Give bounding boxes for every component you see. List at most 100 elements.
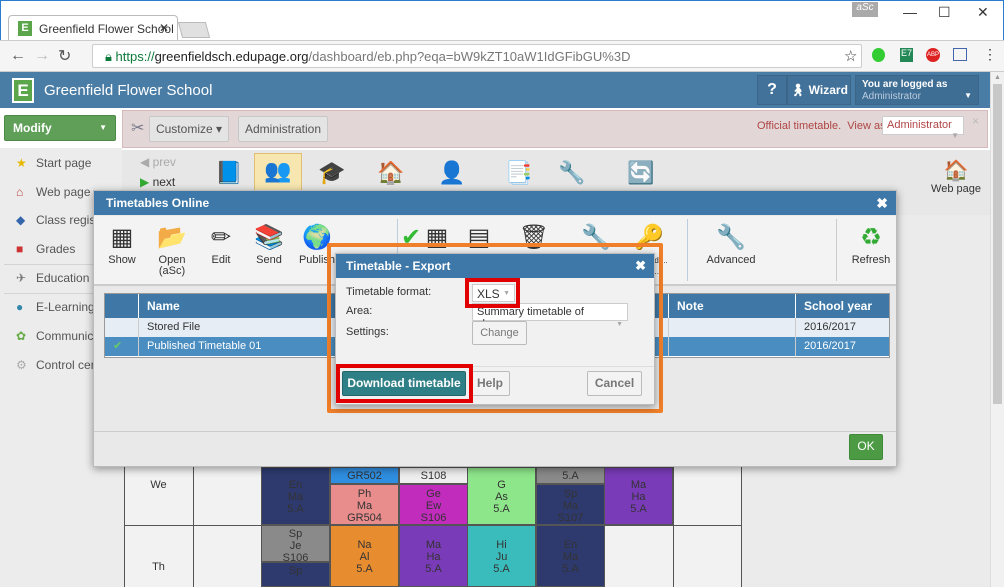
tool-button[interactable]: ♻ Refresh (846, 221, 896, 266)
logged-as-label: You are logged as (862, 79, 948, 90)
lesson-card[interactable]: En Ma 5.A (261, 467, 330, 525)
lesson-card[interactable]: Ma Ha 5.A (399, 525, 468, 587)
new-tab-button[interactable] (177, 22, 211, 38)
lesson-text: Ew (425, 499, 442, 512)
graduate-icon[interactable]: 🎓 (318, 160, 345, 186)
cell-school-year: 2016/2017 (804, 340, 856, 352)
tool-button[interactable]: ✏ Edit (196, 221, 246, 266)
bookmark-star-icon[interactable]: ☆ (844, 47, 857, 65)
lesson-text: Ju (495, 551, 508, 563)
tool-button[interactable]: 📚 Send (244, 221, 294, 266)
prev-arrow-icon: ◀ (140, 155, 150, 169)
tool-label: Open (aSc) (158, 254, 186, 277)
menu-kebab-icon[interactable]: ⋮ (983, 46, 997, 63)
book-icon[interactable]: 📘 (215, 160, 242, 186)
tool-button[interactable]: 📂 Open (aSc) (147, 221, 197, 277)
prev-button[interactable]: ◀ prev (140, 155, 176, 169)
lesson-card[interactable]: S108 (399, 467, 468, 484)
profile-badge[interactable]: aSc (852, 2, 878, 17)
cast-icon[interactable] (953, 48, 967, 61)
minimize-icon[interactable]: — (903, 4, 917, 20)
lesson-card[interactable]: Na Al 5.A (330, 525, 399, 587)
administration-button[interactable]: Administration (238, 116, 328, 142)
lesson-text: Ma (562, 499, 579, 512)
user-menu[interactable]: You are logged as Administrator ▼ (855, 75, 979, 105)
reload-icon[interactable]: ↻ (58, 46, 71, 66)
adblock-icon[interactable]: ABP (926, 48, 940, 62)
sidebar-item-label: Grades (36, 242, 76, 256)
next-arrow-icon: ▶ (140, 175, 150, 189)
house-icon[interactable]: 🏠 (377, 160, 404, 186)
dialog-header: Timetables Online ✖ (94, 191, 896, 215)
gear-icon: ⚙ (16, 358, 27, 372)
lesson-card[interactable]: En Ma 5.A (536, 525, 605, 587)
forward-icon[interactable]: → (34, 47, 50, 65)
close-bar-icon[interactable]: × (972, 114, 979, 128)
sidebar-item-label: Web page (36, 185, 91, 199)
webpage-button[interactable]: 🏠 Web page (926, 158, 986, 195)
lesson-card[interactable]: Sp Ma S107 (536, 484, 605, 525)
row-select[interactable] (105, 318, 139, 337)
close-window-icon[interactable]: ✕ (977, 4, 989, 21)
lesson-card[interactable]: Sp Je S106 (261, 525, 330, 564)
header-note[interactable]: Note (669, 294, 796, 318)
lesson-card[interactable]: G As 5.A (467, 467, 536, 525)
header-school-year[interactable]: School year (796, 294, 889, 318)
wizard-label: Wizard (808, 83, 848, 97)
tool-button[interactable]: 🔧 Advanced (701, 221, 761, 266)
modify-button[interactable]: Modify ▼ (4, 115, 116, 141)
users-icon[interactable]: 👥 (254, 153, 302, 191)
tools-icon: ✂ (131, 120, 145, 137)
next-button[interactable]: ▶ next (140, 175, 175, 189)
close-icon[interactable]: ✖ (876, 195, 888, 212)
help-button[interactable]: ? (757, 75, 787, 105)
extension-green-icon[interactable] (872, 48, 885, 62)
extension-e7-icon[interactable]: E7 (900, 48, 913, 62)
lesson-text: Sp (563, 487, 578, 500)
lesson-card[interactable]: Ph Ma GR504 (330, 484, 399, 525)
sidebar-item[interactable]: ★ Start page (16, 156, 122, 170)
back-icon[interactable]: ← (10, 47, 26, 65)
tool-label: Send (256, 254, 282, 266)
maximize-icon[interactable]: ☐ (938, 4, 951, 21)
lesson-text: Ma (356, 499, 373, 512)
check-icon[interactable]: ✔ (105, 337, 139, 356)
communication-icon: ✿ (16, 329, 27, 343)
webpage-label: Web page (931, 183, 981, 195)
lesson-text: 5.A (356, 563, 373, 575)
lesson-text: Ma (425, 539, 442, 551)
lesson-card[interactable]: 5.A (536, 467, 605, 484)
close-tab-icon[interactable]: ✕ (159, 21, 169, 35)
day-label: Th (152, 561, 165, 573)
tools-icon[interactable]: 🔧 (558, 160, 585, 186)
lesson-card[interactable]: Ma Ha 5.A (604, 467, 673, 525)
close-icon[interactable]: ✖ (635, 258, 646, 274)
help-button[interactable]: Help (470, 371, 510, 396)
lesson-text: 5.A (630, 503, 647, 515)
tools-icon: 🔧 (716, 224, 746, 251)
lesson-card[interactable]: Ge Ew S106 (399, 484, 468, 525)
book-icon: ◆ (16, 213, 26, 227)
lesson-card[interactable]: GR502 (330, 467, 399, 484)
cancel-button[interactable]: Cancel (587, 371, 642, 396)
url-input[interactable]: 🔒︎ https://greenfieldsch.edupage.org/das… (92, 44, 862, 68)
lesson-text: Al (359, 551, 370, 563)
lesson-card[interactable]: Hi Ju 5.A (467, 525, 536, 587)
timetable-icon: ▦ (110, 224, 134, 251)
ok-button[interactable]: OK (849, 434, 883, 460)
tool-button[interactable]: ▦ Show (97, 221, 147, 266)
cell-note (669, 318, 796, 337)
scrollbar[interactable]: ▲ (990, 72, 1004, 587)
change-button[interactable]: Change (472, 321, 527, 345)
browser-tab[interactable]: E Greenfield Flower School ✕ (8, 15, 178, 40)
view-as-select[interactable]: Administrator ▼ (882, 116, 964, 140)
customize-button[interactable]: Customize ▾ (149, 116, 229, 142)
lesson-card[interactable]: Sp (261, 562, 330, 587)
house-icon: 🏠 (943, 160, 969, 182)
sync-icon[interactable]: 🔄 (627, 160, 654, 186)
lesson-text: 5.A (493, 503, 510, 515)
tool-label: Advanced (706, 254, 756, 266)
teacher-icon[interactable]: 👤 (438, 160, 465, 186)
documents-icon[interactable]: 📑 (505, 160, 532, 186)
wizard-button[interactable]: 🚶︎ Wizard (787, 75, 851, 105)
